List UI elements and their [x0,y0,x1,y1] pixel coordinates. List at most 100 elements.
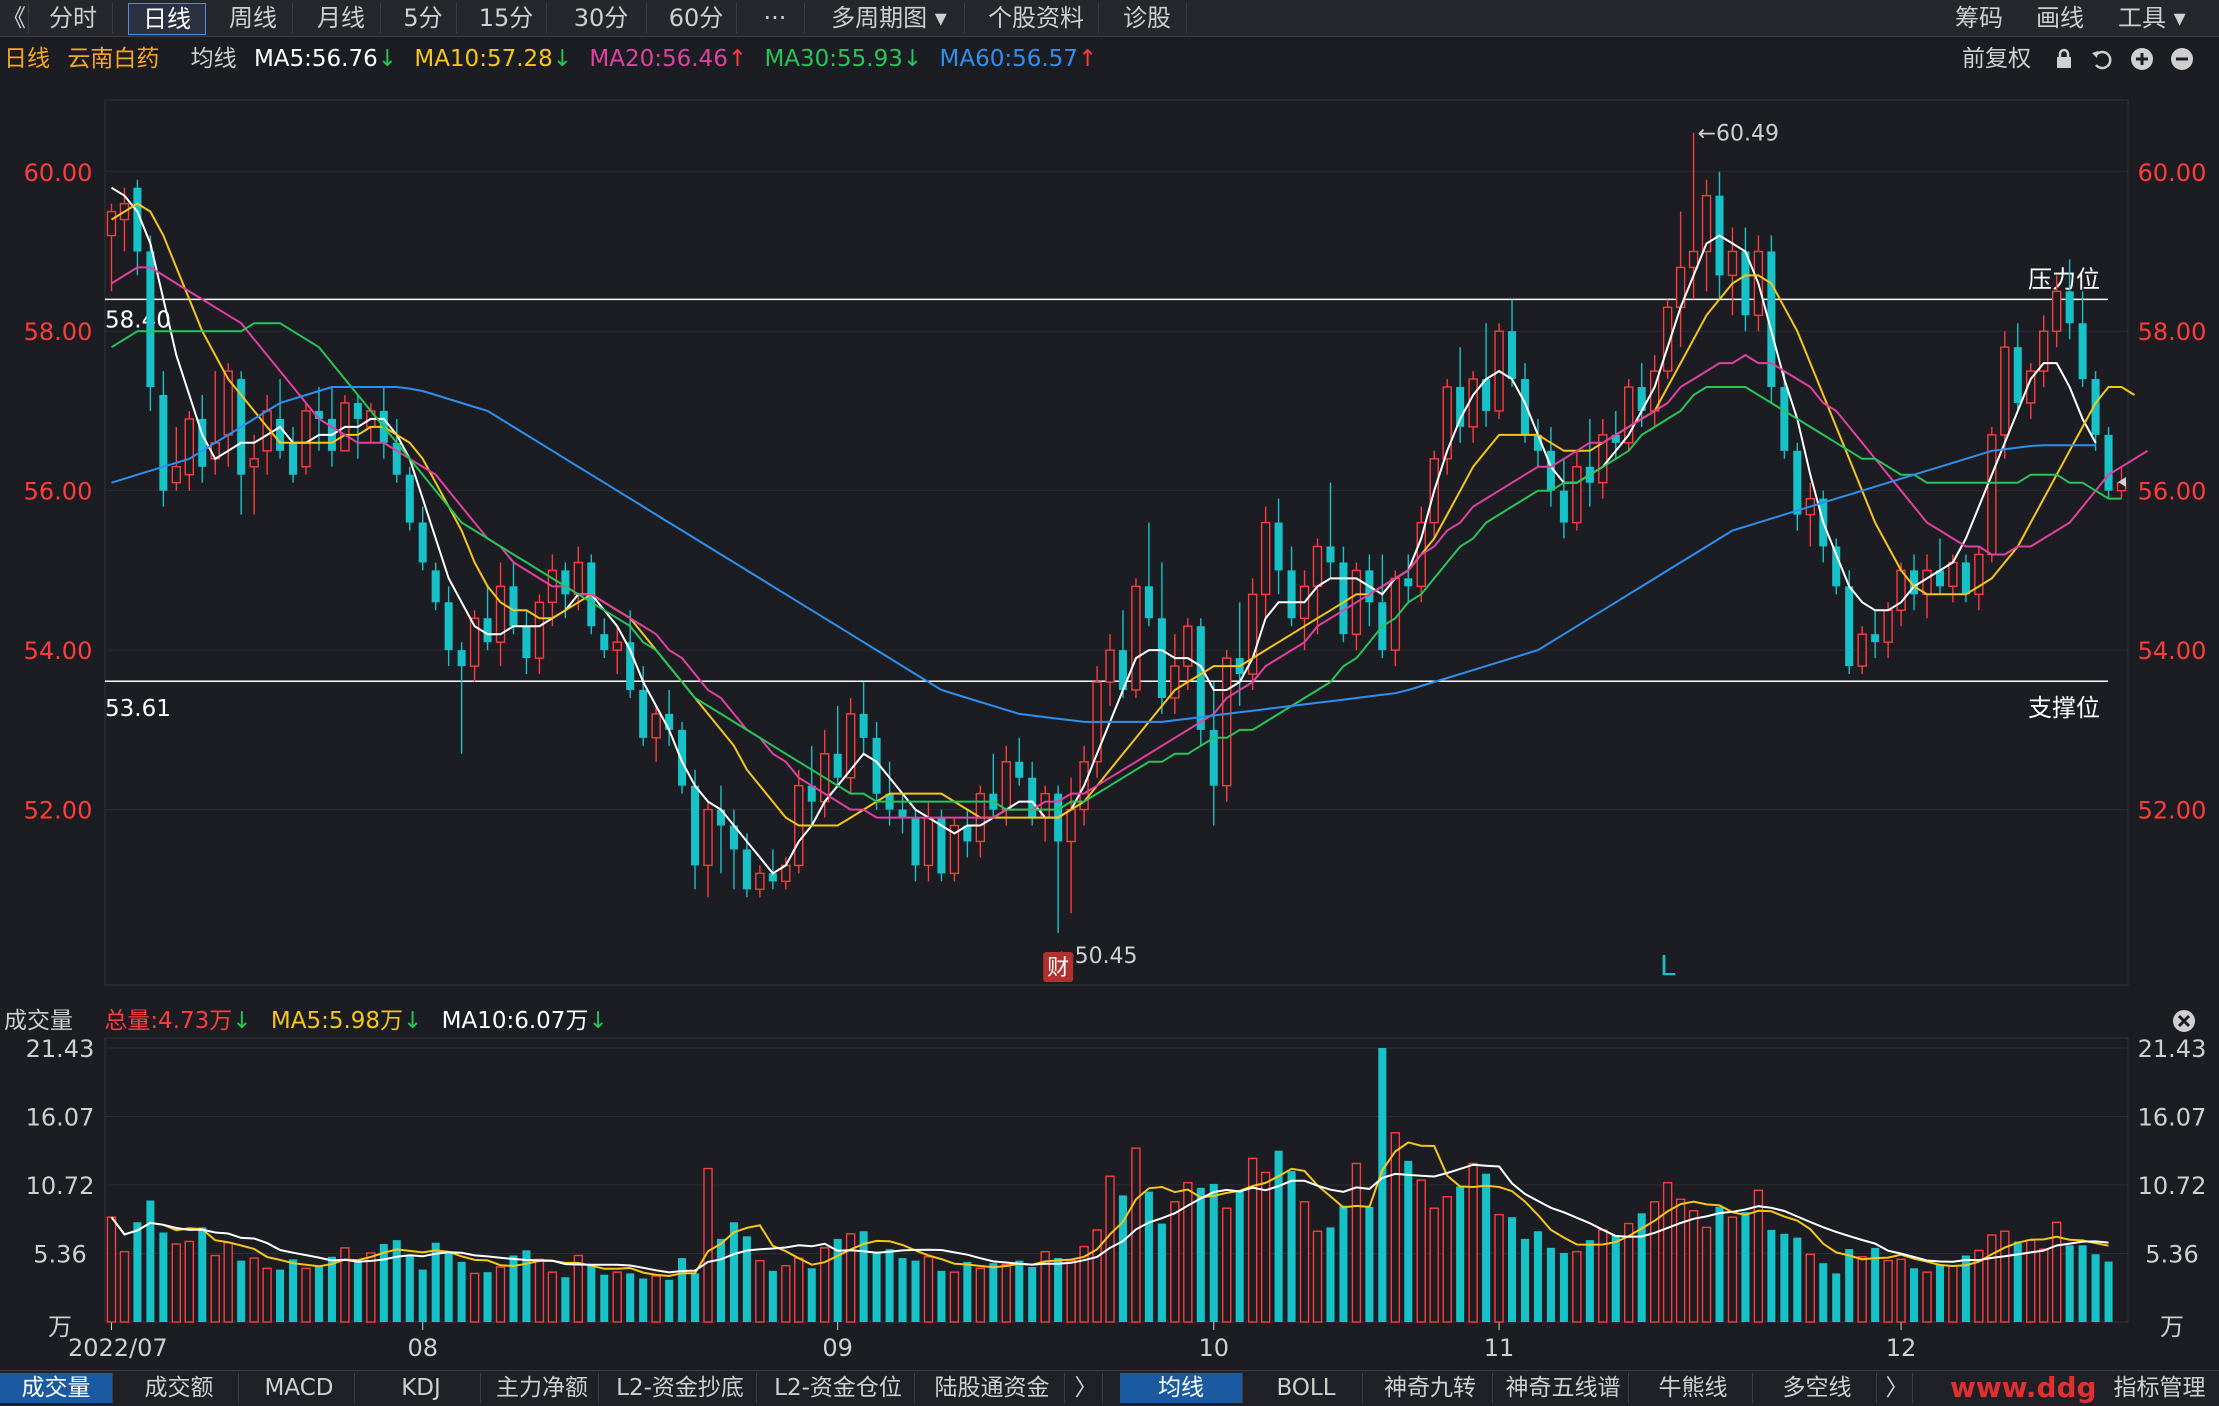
price-tick-label-right: 58.00 [2138,318,2207,346]
candle-body [1688,250,1699,269]
volume-bar [1987,1234,1997,1323]
candle-body [1015,761,1024,778]
x-tick-label: 12 [1886,1334,1917,1362]
tabs-next-arrow-2[interactable]: 〉 [1882,1373,1913,1403]
volume-bar [1922,1271,1932,1323]
volume-bar [1442,1195,1452,1323]
volume-bar [1675,1198,1686,1323]
candle-body [665,713,674,730]
volume-bar [691,1273,700,1322]
candle-body [898,809,907,818]
volume-bar [898,1258,907,1322]
x-tick-label: 10 [1198,1334,1229,1362]
high-price-annotation: ←60.49 [1698,122,1779,147]
candle-body [2078,323,2087,380]
ma-line-ma5 [110,186,2097,875]
volume-bar [1118,1195,1128,1322]
tab-hk-connect[interactable]: 陆股通资金 [920,1373,1065,1403]
volume-bar [612,1271,622,1323]
candle-body [2104,434,2113,491]
volume-bar [483,1272,492,1322]
volume-bar [665,1279,674,1322]
price-tick-label-right: 54.00 [2138,637,2207,665]
volume-bar [651,1275,661,1323]
volume-bar [1910,1268,1919,1322]
stock-chart[interactable]: 60.00 60.00 58.00 58.00 56.00 56.00 54.00 54.00… [0,0,2219,1370]
volume-bar [547,1271,558,1323]
volume-bar [989,1263,998,1322]
volume-bar [119,1250,130,1323]
volume-bar [975,1267,986,1323]
volume-bar [237,1260,246,1322]
volume-bar [2000,1230,2010,1323]
volume-bar [366,1252,376,1323]
candle-body [522,626,531,659]
tab-turnover[interactable]: 成交额 [120,1373,239,1403]
volume-bar [457,1261,466,1322]
candle-body [1274,522,1283,571]
tab-bull-bear[interactable]: 牛熊线 [1634,1373,1753,1403]
tabs-next-arrow[interactable]: 〉 [1070,1373,1103,1403]
volume-bar [1131,1147,1141,1323]
candle-body [859,713,868,738]
volume-bar [1572,1250,1582,1323]
volume-bar [1157,1223,1166,1322]
tab-volume[interactable]: 成交量 [0,1373,113,1403]
resistance-value-label: 58.40 [105,307,171,333]
candle-body [444,602,453,651]
volume-bar [159,1232,168,1322]
tab-l2-position[interactable]: L2-资金仓位 [762,1373,915,1403]
volume-bar [1092,1229,1102,1323]
candle-body [405,474,414,523]
volume-bar [1222,1207,1232,1323]
tab-main-net[interactable]: 主力净额 [486,1373,599,1403]
tab-macd[interactable]: MACD [244,1373,355,1403]
candle-body [431,570,440,603]
volume-bar [1066,1259,1076,1323]
volume-tick-label-left: 5.36 [33,1240,86,1268]
candle-body [171,466,182,484]
volume-bar [1585,1240,1594,1322]
candle-body [1287,570,1296,619]
volume-bar [146,1200,155,1322]
volume-bar [755,1259,765,1323]
tab-long-short[interactable]: 多空线 [1758,1373,1877,1403]
tab-kdj[interactable]: KDJ [362,1373,481,1403]
volume-bar [405,1255,414,1322]
candle-body [1871,634,1880,643]
tab-ma-overlay[interactable]: 均线 [1120,1373,1243,1403]
volume-bar [1247,1157,1258,1323]
candle-body [276,418,285,451]
candle-body [1442,386,1452,460]
volume-bar [289,1259,298,1322]
candle-body [561,570,570,595]
volume-bar [1805,1253,1816,1323]
indicator-manage-button[interactable]: 指标管理 [2100,1373,2219,1403]
volume-bar [1482,1173,1491,1322]
x-tick-label: 08 [407,1334,438,1362]
volume-bar [1611,1235,1620,1322]
candle-body [1961,562,1970,595]
volume-bar [1780,1233,1789,1322]
volume-tick-label-left: 16.07 [26,1104,95,1132]
volume-bar [1235,1191,1244,1322]
volume-bar [911,1260,920,1322]
candle-body [1404,578,1413,587]
tab-nine-turn[interactable]: 神奇九转 [1368,1373,1493,1403]
candle-body [1339,562,1348,635]
ma-line-ma20 [110,266,2149,819]
candle-body [1922,569,1932,596]
volume-tick-label-right: 5.36 [2145,1240,2198,1268]
tab-l2-bottom[interactable]: L2-资金抄底 [604,1373,757,1403]
volume-bar [2104,1261,2113,1322]
volume-bar [742,1236,751,1322]
price-tick-label-left: 60.00 [24,159,93,187]
tab-five-lines[interactable]: 神奇五线谱 [1498,1373,1629,1403]
volume-bar [1688,1210,1699,1323]
ma-line-ma30 [110,322,2122,811]
candle-body [1508,331,1517,380]
candle-body [1520,379,1530,435]
candle-body [1948,561,1958,588]
volume-bar [1456,1186,1465,1322]
tab-boll[interactable]: BOLL [1250,1373,1363,1403]
